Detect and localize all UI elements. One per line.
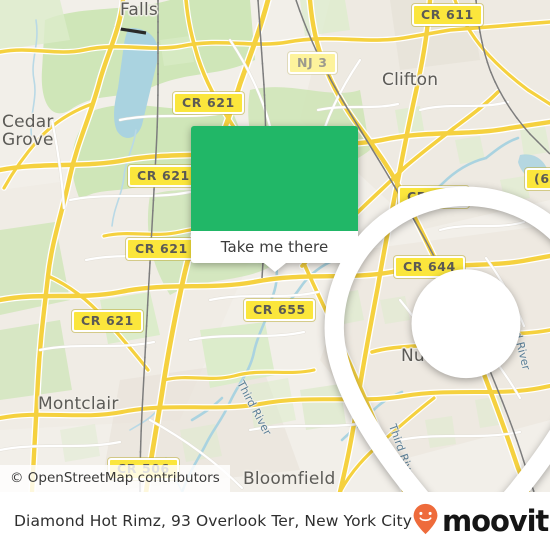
map-pin-icon xyxy=(247,151,550,492)
moovit-logo[interactable]: moovit xyxy=(412,503,549,540)
take-me-there-label: Take me there xyxy=(220,238,329,256)
footer-bar: Diamond Hot Rimz, 93 Overlook Ter, New Y… xyxy=(0,492,550,550)
road-shield-cr611[interactable]: CR 611 xyxy=(412,4,483,26)
moovit-smiley-pin-icon xyxy=(412,503,439,540)
road-shield-cr621[interactable]: CR 621 xyxy=(72,310,143,332)
location-callout-card[interactable]: Take me there xyxy=(191,126,550,492)
place-address-title: Diamond Hot Rimz, 93 Overlook Ter, New Y… xyxy=(14,512,413,530)
take-me-there-button[interactable]: Take me there xyxy=(191,231,358,272)
map-canvas[interactable]: .park{fill:#cfe6b8;} .parklt{fill:#dcecc… xyxy=(0,0,550,492)
road-shield-cr621[interactable]: CR 621 xyxy=(173,92,244,114)
callout-card-header xyxy=(191,126,550,492)
road-shield-nj3[interactable]: NJ 3 xyxy=(288,52,337,74)
moovit-wordmark: moovit xyxy=(442,503,549,538)
callout-tail xyxy=(263,263,286,272)
screenshot-root: .park{fill:#cfe6b8;} .parklt{fill:#dcecc… xyxy=(0,0,550,550)
road-shield-cr621[interactable]: CR 621 xyxy=(126,238,197,260)
road-shield-cr621[interactable]: CR 621 xyxy=(128,165,199,187)
osm-attribution[interactable]: © OpenStreetMap contributors xyxy=(0,465,230,492)
